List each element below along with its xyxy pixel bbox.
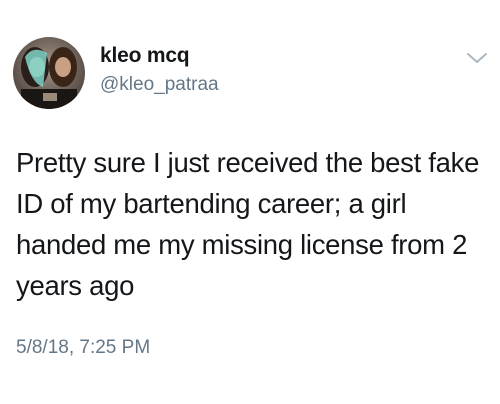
tweet-text-line: Pretty sure I just received the best fak…: [16, 147, 480, 178]
user-handle[interactable]: @kleo_patraa: [100, 74, 219, 96]
display-name[interactable]: kleo mcq: [100, 44, 219, 68]
timestamp[interactable]: 5/8/18, 7:25 PM: [16, 337, 150, 359]
tweet-text: Pretty sure I just received the best fak…: [16, 142, 486, 306]
tweet-card: kleo mcq @kleo_patraa Pretty sure I just…: [0, 0, 500, 404]
avatar[interactable]: [13, 37, 85, 109]
user-info: kleo mcq @kleo_patraa: [100, 44, 219, 96]
tweet-text-line: years ago: [16, 270, 135, 301]
tweet-text-line: handed me my missing license from 2: [16, 229, 468, 260]
chevron-down-icon[interactable]: [466, 51, 488, 65]
tweet-text-line: ID of my bartending career; a girl: [16, 188, 407, 219]
